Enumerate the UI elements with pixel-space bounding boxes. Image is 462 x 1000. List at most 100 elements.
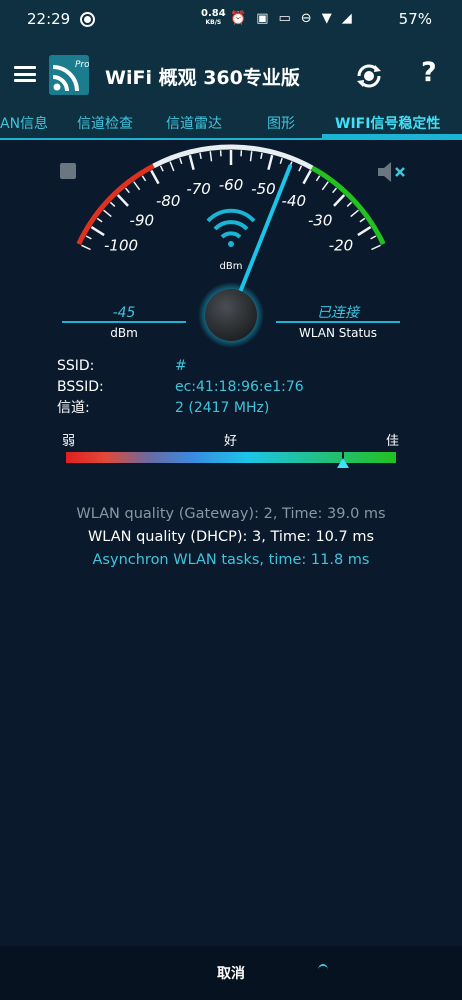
gauge-tick bbox=[315, 175, 321, 182]
gauge-tick bbox=[81, 244, 91, 251]
signal-unit: dBm bbox=[110, 326, 138, 340]
bssid-value: ec:41:18:96:e1:76 bbox=[175, 379, 304, 395]
tab-graph[interactable]: 图形 bbox=[267, 113, 295, 133]
nfc-icon: ▣ bbox=[256, 11, 269, 26]
gauge-tick bbox=[249, 151, 253, 162]
gauge-tick-label: -50 bbox=[251, 180, 276, 198]
gauge-tick bbox=[103, 209, 112, 218]
battery-level: 57% bbox=[398, 10, 432, 28]
app-logo: Pro bbox=[49, 55, 89, 95]
gauge-tick bbox=[85, 235, 92, 240]
record-icon bbox=[80, 12, 95, 27]
gauge-tick bbox=[279, 157, 283, 165]
gauge-tick bbox=[179, 157, 183, 165]
menu-icon[interactable] bbox=[14, 66, 36, 82]
wifi-status-icon: ▼ bbox=[321, 11, 332, 26]
gauge-knob bbox=[205, 289, 257, 341]
help-icon[interactable]: ? bbox=[421, 57, 437, 88]
gauge-tick bbox=[116, 194, 129, 207]
quality-scale: 弱 好 佳 bbox=[62, 430, 400, 470]
gauge-tick bbox=[124, 187, 130, 194]
gauge-tick-label: -40 bbox=[282, 192, 307, 210]
gauge-tick bbox=[359, 217, 366, 223]
diagnostic-messages: WLAN quality (Gateway): 2, Time: 39.0 ms… bbox=[0, 503, 462, 572]
tab-wlan-info[interactable]: AN信息 bbox=[0, 113, 48, 133]
app-bar: Pro WiFi 概观 360专业版 ? bbox=[0, 38, 462, 110]
channel-label: 信道: bbox=[57, 400, 90, 416]
gauge-tick-label: -100 bbox=[104, 237, 138, 255]
bssid-row: BSSID: ec:41:18:96:e1:76 bbox=[57, 377, 304, 398]
gauge-tick bbox=[298, 165, 303, 172]
gauge-tick bbox=[267, 154, 274, 171]
tab-wifi-stability[interactable]: WIFI信号稳定性 bbox=[335, 113, 440, 133]
gauge-tick bbox=[209, 151, 213, 162]
gauge-tick bbox=[332, 187, 338, 194]
gauge-tick bbox=[90, 225, 105, 237]
dhcp-quality-message: WLAN quality (DHCP): 3, Time: 10.7 ms bbox=[87, 529, 375, 545]
channel-value: 2 (2417 MHz) bbox=[175, 400, 270, 416]
async-tasks-message: Asynchron WLAN tasks, time: 11.8 ms bbox=[92, 552, 370, 568]
alarm-icon: ⏰ bbox=[230, 11, 247, 26]
gauge-tick bbox=[357, 225, 372, 237]
gauge-tick-label: -90 bbox=[130, 211, 155, 229]
signal-value: -45 bbox=[113, 305, 136, 321]
net-speed-unit: KB/S bbox=[205, 19, 222, 26]
wifi-icon bbox=[206, 208, 256, 247]
tab-bar: AN信息 信道检查 信道雷达 图形 WIFI信号稳定性 bbox=[0, 110, 462, 140]
signal-gauge: -100 -90 -80 -70 -60 -50 -40 -30 -20 dBm -45 dBm… bbox=[0, 138, 462, 368]
gauge-arc-mid bbox=[152, 144, 314, 171]
gauge-tick bbox=[333, 194, 346, 207]
quality-excellent-label: 佳 bbox=[386, 434, 400, 449]
cancel-button[interactable]: 取消 bbox=[0, 963, 462, 983]
quality-good-label: 好 bbox=[224, 434, 238, 449]
gauge-tick bbox=[302, 169, 312, 185]
gauge-tick-label: -30 bbox=[308, 211, 333, 229]
cast-icon: ▭ bbox=[278, 11, 291, 26]
connection-info: SSID: # BSSID: ec:41:18:96:e1:76 信道: 2 (… bbox=[57, 356, 304, 419]
gauge-tick-label: -20 bbox=[329, 237, 354, 255]
gauge-tick bbox=[370, 235, 377, 240]
cell-signal-icon: ◢ bbox=[341, 11, 352, 26]
gauge-tick bbox=[199, 152, 202, 159]
gauge-tick bbox=[371, 244, 381, 251]
ssid-value: # bbox=[175, 358, 187, 374]
gauge-tick bbox=[350, 209, 359, 218]
bssid-label: BSSID: bbox=[57, 379, 104, 395]
gauge-tick bbox=[109, 201, 116, 207]
gauge-tick bbox=[150, 169, 160, 185]
wlan-status-label: WLAN Status bbox=[299, 326, 377, 340]
gauge-unit: dBm bbox=[220, 261, 243, 272]
gauge-dial: -100 -90-80 -70 -60 -50 -40-30 -20 dBm -45 dBm… bbox=[62, 144, 400, 348]
status-bar: 22:29 0.84 KB/S ⏰ ▣ ▭ ⊖ ▼ ◢ 57% bbox=[0, 0, 462, 38]
bottom-bar: 取消 bbox=[0, 946, 462, 1000]
gauge-tick bbox=[188, 154, 195, 171]
quality-marker bbox=[337, 458, 350, 468]
gauge-tick-label: -80 bbox=[156, 192, 181, 210]
dnd-icon: ⊖ bbox=[300, 11, 312, 26]
refresh-icon[interactable] bbox=[355, 62, 383, 94]
net-speed: 0.84 KB/S bbox=[201, 9, 226, 27]
channel-row: 信道: 2 (2417 MHz) bbox=[57, 398, 304, 419]
gauge-tick bbox=[346, 201, 353, 207]
logo-badge: Pro bbox=[75, 60, 89, 70]
ssid-row: SSID: # bbox=[57, 356, 304, 377]
status-icons: ⏰ ▣ ▭ ⊖ ▼ ◢ bbox=[230, 11, 352, 26]
quality-weak-label: 弱 bbox=[62, 434, 76, 449]
gauge-tick bbox=[133, 181, 141, 191]
gauge-tick bbox=[159, 165, 164, 172]
tab-channel-radar[interactable]: 信道雷达 bbox=[166, 113, 222, 133]
ssid-label: SSID: bbox=[57, 358, 95, 374]
status-time: 22:29 bbox=[27, 10, 71, 28]
gauge-arc-weak bbox=[76, 163, 155, 246]
gauge-tick bbox=[321, 181, 329, 191]
gauge-tick-label: -60 bbox=[219, 176, 244, 194]
gateway-quality-message: WLAN quality (Gateway): 2, Time: 39.0 ms bbox=[76, 506, 386, 522]
wlan-status-value: 已连接 bbox=[317, 305, 361, 321]
gauge-tick bbox=[260, 152, 263, 159]
loading-spinner-icon bbox=[318, 964, 328, 976]
gauge-tick bbox=[141, 175, 147, 182]
app-title: WiFi 概观 360专业版 bbox=[105, 67, 300, 89]
tab-channel-check[interactable]: 信道检查 bbox=[77, 113, 133, 133]
gauge-tick-label: -70 bbox=[186, 180, 211, 198]
gauge-tick bbox=[96, 217, 103, 223]
